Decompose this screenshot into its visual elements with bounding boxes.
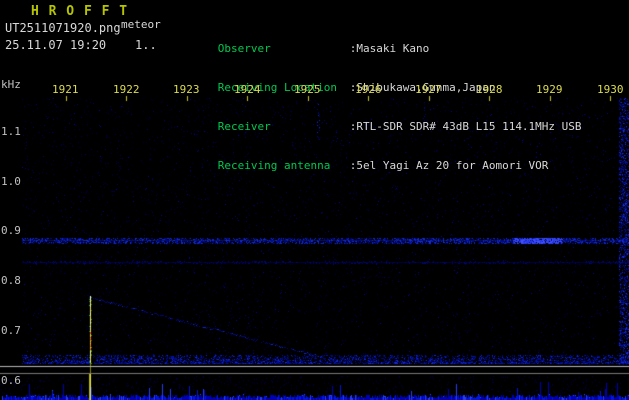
time-tick-label: 1928	[476, 83, 503, 96]
info-label: Observer	[217, 42, 271, 55]
freq-tick-label: 0.9	[1, 224, 21, 237]
observation-mode-label: meteor	[121, 18, 161, 31]
info-value: :RTL-SDR SDR# 43dB L15 114.1MHz USB	[349, 120, 582, 133]
time-tick-label: 1929	[536, 83, 563, 96]
info-value: :5el Yagi Az 20 for Aomori VOR	[349, 159, 549, 172]
time-tick-label: 1922	[113, 83, 140, 96]
freq-tick-label: 1.1	[1, 125, 21, 138]
info-row-location: Receiving Location:Shibukawa,Gunma,Japan	[178, 68, 582, 94]
time-tick-label: 1921	[52, 83, 79, 96]
time-tick-label: 1930	[597, 83, 624, 96]
time-tick-label: 1924	[234, 83, 261, 96]
output-filename: UT2511071920.png	[5, 21, 121, 35]
time-tick-label: 1923	[173, 83, 200, 96]
hrofft-window: H R O F F T UT2511071920.png meteor 25.1…	[0, 0, 629, 400]
time-tick-label: 1927	[415, 83, 442, 96]
info-label: Receiving antenna	[217, 159, 331, 172]
freq-tick-label: 0.7	[1, 324, 21, 337]
info-row-antenna: Receiving antenna :5el Yagi Az 20 for Aom…	[178, 146, 582, 172]
info-row-receiver: Receiver :RTL-SDR SDR# 43dB L15 114.1MHz …	[178, 107, 582, 133]
freq-axis-unit: kHz	[1, 78, 21, 91]
info-value: :Masaki Kano	[349, 42, 430, 55]
info-label: Receiver	[217, 120, 271, 133]
freq-tick-label: 1.0	[1, 175, 21, 188]
observation-datetime: 25.11.07 19:20 1..	[5, 38, 157, 52]
info-row-observer: Observer :Masaki Kano	[178, 29, 582, 55]
app-title: H R O F F T	[31, 4, 129, 19]
time-tick-label: 1926	[355, 83, 382, 96]
freq-tick-label: 0.8	[1, 274, 21, 287]
freq-tick-label: 0.6	[1, 374, 21, 387]
time-tick-label: 1925	[294, 83, 321, 96]
